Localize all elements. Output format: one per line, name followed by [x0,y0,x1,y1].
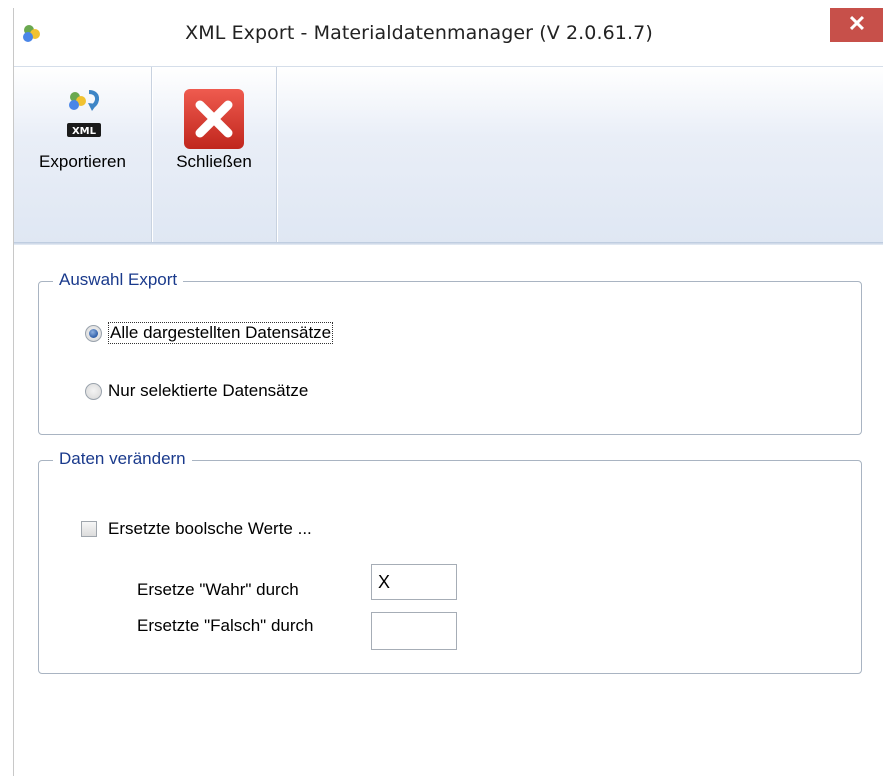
radio-all-records-label: Alle dargestellten Datensätze [108,322,334,344]
radio-button-selected[interactable] [85,324,102,342]
radio-button-unselected[interactable] [85,382,102,400]
ribbon-border [14,242,883,245]
svg-text:XML: XML [71,126,96,137]
window-close-button[interactable]: ✕ [830,8,883,42]
ribbon-separator [276,67,277,243]
close-button-label: Schließen [176,152,252,171]
close-red-icon [184,89,244,149]
replace-booleans-checkbox[interactable] [81,521,97,537]
radio-all-records[interactable]: Alle dargestellten Datensätze [85,322,334,344]
ribbon-toolbar: XML Exportieren Schließen [14,66,883,243]
export-button[interactable]: XML Exportieren [14,67,151,243]
xml-export-icon: XML [66,90,101,137]
modify-data-group: Daten verändern Ersetzte boolsche Werte … [38,449,862,674]
replace-booleans-label: Ersetzte boolsche Werte ... [108,519,312,538]
window-title: XML Export - Materialdatenmanager (V 2.0… [185,22,653,44]
radio-selected-records[interactable]: Nur selektierte Datensätze [85,381,308,401]
false-replacement-input[interactable] [371,612,457,650]
modify-data-legend: Daten verändern [53,449,192,469]
replace-booleans-checkbox-row[interactable]: Ersetzte boolsche Werte ... [81,519,312,539]
export-selection-group: Auswahl Export Alle dargestellten Datens… [38,270,862,435]
export-window: XML Export - Materialdatenmanager (V 2.0… [13,8,883,776]
title-bar[interactable]: XML Export - Materialdatenmanager (V 2.0… [14,8,883,60]
export-button-label: Exportieren [39,152,126,171]
radio-selected-records-label: Nur selektierte Datensätze [108,381,309,400]
true-replacement-label: Ersetze "Wahr" durch [137,580,299,599]
close-button[interactable]: Schließen [152,67,276,243]
false-replacement-label: Ersetzte "Falsch" durch [137,616,314,635]
export-selection-legend: Auswahl Export [53,270,184,290]
true-replacement-input[interactable] [371,564,457,600]
